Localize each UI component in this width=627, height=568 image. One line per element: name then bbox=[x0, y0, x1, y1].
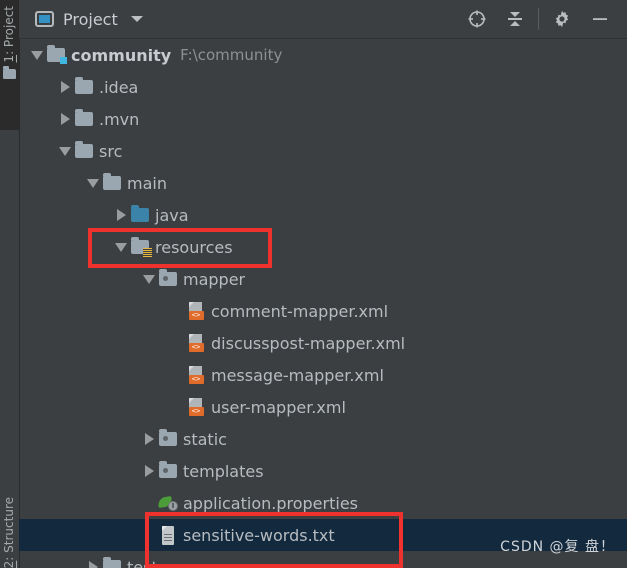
tree-row[interactable]: src bbox=[19, 135, 627, 167]
tree-row[interactable]: mapper bbox=[19, 263, 627, 295]
project-view-icon bbox=[35, 11, 54, 27]
tree-row[interactable]: <> message-mapper.xml bbox=[19, 359, 627, 391]
tree-row[interactable]: <> comment-mapper.xml bbox=[19, 295, 627, 327]
expand-arrow-open-icon[interactable] bbox=[141, 263, 157, 295]
folder-module-icon bbox=[47, 45, 67, 64]
folder-package-icon bbox=[159, 461, 177, 478]
folder-icon bbox=[75, 141, 93, 158]
header-toolbar bbox=[458, 0, 627, 38]
expand-arrow-open-icon[interactable] bbox=[85, 167, 101, 199]
project-tree[interactable]: community F:\community .idea .mvn src main jav… bbox=[19, 39, 627, 568]
folder-icon bbox=[75, 109, 93, 126]
expand-arrow-closed-icon[interactable] bbox=[141, 423, 157, 455]
txt-file-icon bbox=[161, 525, 176, 545]
tree-row-label: comment-mapper.xml bbox=[211, 301, 389, 321]
tree-row-label: community bbox=[71, 45, 172, 65]
tree-row-label: templates bbox=[183, 461, 264, 481]
expand-arrow-open-icon[interactable] bbox=[113, 231, 129, 263]
tree-row-label: user-mapper.xml bbox=[211, 397, 346, 417]
collapse-all-icon bbox=[508, 12, 522, 26]
panel-header: Project bbox=[19, 0, 627, 39]
hide-button[interactable] bbox=[581, 0, 619, 38]
expand-arrow-closed-icon[interactable] bbox=[57, 103, 73, 135]
tree-row-label: .idea bbox=[99, 77, 139, 97]
crosshair-target-icon bbox=[468, 10, 486, 28]
tree-row[interactable]: .mvn bbox=[19, 103, 627, 135]
tree-row-label: resources bbox=[155, 237, 233, 257]
tool-window-bar: 1: Project 2: Structure bbox=[0, 0, 20, 568]
tree-row[interactable]: <> user-mapper.xml bbox=[19, 391, 627, 423]
tree-row[interactable]: <> discusspost-mapper.xml bbox=[19, 327, 627, 359]
chevron-down-icon[interactable] bbox=[130, 16, 143, 22]
tree-row-label: sensitive-words.txt bbox=[183, 525, 335, 545]
no-arrow-spacer bbox=[141, 487, 157, 519]
select-opened-file-button[interactable] bbox=[458, 0, 496, 38]
sidebar-item-structure-label: 2: Structure bbox=[2, 496, 16, 568]
project-folder-icon bbox=[3, 65, 16, 79]
tree-row[interactable]: resources bbox=[19, 231, 627, 263]
folder-sources-icon bbox=[131, 205, 149, 222]
no-arrow-spacer bbox=[169, 359, 185, 391]
folder-icon bbox=[103, 557, 121, 568]
expand-arrow-closed-icon[interactable] bbox=[85, 551, 101, 568]
tree-row[interactable]: static bbox=[19, 423, 627, 455]
expand-arrow-closed-icon[interactable] bbox=[57, 71, 73, 103]
tree-row[interactable]: .idea bbox=[19, 71, 627, 103]
sidebar-item-project-label: 1: Project bbox=[2, 6, 16, 63]
no-arrow-spacer bbox=[169, 327, 185, 359]
project-tool-window: 1: Project 2: Structure Project communit… bbox=[0, 0, 627, 568]
tree-row-label: mapper bbox=[183, 269, 246, 289]
tree-row[interactable]: main bbox=[19, 167, 627, 199]
no-arrow-spacer bbox=[141, 519, 157, 551]
sidebar-item-project[interactable]: 1: Project bbox=[0, 0, 19, 130]
collapse-all-button[interactable] bbox=[496, 0, 534, 38]
expand-arrow-closed-icon[interactable] bbox=[113, 199, 129, 231]
minimize-icon bbox=[593, 18, 607, 20]
tree-row-label: discusspost-mapper.xml bbox=[211, 333, 406, 353]
toolbar-separator bbox=[538, 8, 539, 30]
xml-file-icon: <> bbox=[188, 366, 204, 384]
no-arrow-spacer bbox=[169, 391, 185, 423]
tree-row-label: application.properties bbox=[183, 493, 358, 513]
no-arrow-spacer bbox=[169, 295, 185, 327]
xml-file-icon: <> bbox=[188, 302, 204, 320]
tree-row[interactable]: templates bbox=[19, 455, 627, 487]
tree-row-label: src bbox=[99, 141, 123, 161]
folder-icon bbox=[75, 77, 93, 94]
settings-button[interactable] bbox=[543, 0, 581, 38]
expand-arrow-closed-icon[interactable] bbox=[141, 455, 157, 487]
tree-row-label: main bbox=[127, 173, 167, 193]
xml-file-icon: <> bbox=[188, 398, 204, 416]
spring-properties-icon bbox=[157, 495, 178, 511]
folder-package-icon bbox=[159, 269, 177, 286]
expand-arrow-open-icon[interactable] bbox=[57, 135, 73, 167]
xml-file-icon: <> bbox=[188, 334, 204, 352]
tree-row[interactable]: application.properties bbox=[19, 487, 627, 519]
folder-icon bbox=[103, 173, 121, 190]
project-title-dropdown[interactable]: Project bbox=[35, 10, 143, 29]
tree-row-label: message-mapper.xml bbox=[211, 365, 384, 385]
expand-arrow-open-icon[interactable] bbox=[29, 39, 45, 71]
tree-row[interactable]: java bbox=[19, 199, 627, 231]
watermark: CSDN @复 盘！ bbox=[500, 539, 615, 555]
tree-row-label: java bbox=[155, 205, 189, 225]
sidebar-item-structure[interactable]: 2: Structure bbox=[0, 458, 19, 568]
tree-row[interactable]: community F:\community bbox=[19, 39, 627, 71]
gear-icon bbox=[555, 10, 569, 28]
folder-package-icon bbox=[159, 429, 177, 446]
page-title: Project bbox=[63, 9, 118, 29]
folder-resources-icon bbox=[131, 237, 152, 257]
tree-row-path: F:\community bbox=[180, 46, 283, 64]
tree-row-label: static bbox=[183, 429, 227, 449]
tree-row-label: .mvn bbox=[99, 109, 140, 129]
tree-row-label: test bbox=[127, 557, 158, 568]
